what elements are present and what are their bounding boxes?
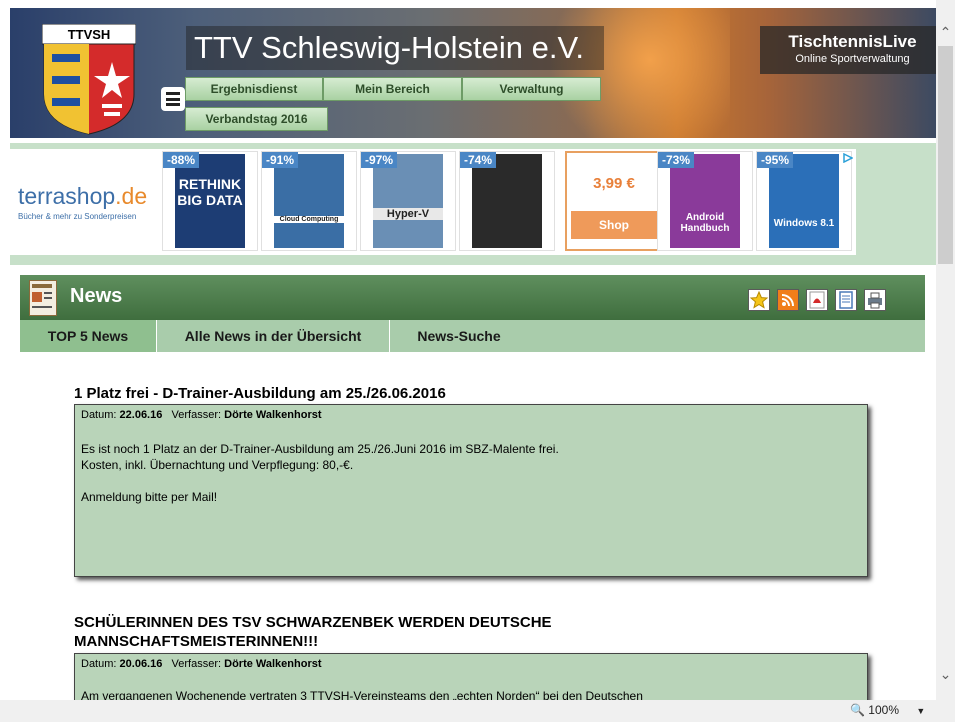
article-author: Dörte Walkenhorst xyxy=(224,658,322,670)
nav-verbandstag-2016[interactable]: Verbandstag 2016 xyxy=(185,107,328,131)
book-cover-text: Cloud Computing xyxy=(274,216,344,223)
brand-main: terrashop xyxy=(18,183,116,209)
status-bar: 🔍 100% ▼ xyxy=(0,700,955,722)
terrashop-logo[interactable]: terrashop.de Bücher & mehr zu Sonderprei… xyxy=(18,183,168,221)
document-icon[interactable] xyxy=(835,289,857,311)
article-body-line: Es ist noch 1 Platz an der D-Trainer-Aus… xyxy=(81,442,559,456)
ad-book-3[interactable]: Hyper-V -97% xyxy=(360,151,456,251)
article-date: 22.06.16 xyxy=(119,409,163,421)
ad-banner: terrashop.de Bücher & mehr zu Sonderprei… xyxy=(10,143,936,265)
book-cover-text: Android Handbuch xyxy=(680,212,730,234)
book-cover: RETHINK BIG DATA xyxy=(175,154,245,248)
article-content-box: Datum: 22.06.16 Verfasser: Dörte Walkenh… xyxy=(74,404,868,577)
article-title[interactable]: 1 Platz frei - D-Trainer-Ausbildung am 2… xyxy=(74,384,869,403)
pdf-export-icon[interactable] xyxy=(806,289,828,311)
brand-tagline: Bücher & mehr zu Sonderpreisen xyxy=(18,212,137,221)
scroll-down-arrow-icon[interactable]: ⌄ xyxy=(936,664,955,684)
vertical-scrollbar[interactable]: ⌃ ⌄ xyxy=(936,0,955,700)
shop-button[interactable]: Shop xyxy=(571,211,657,239)
ad-book-1[interactable]: RETHINK BIG DATA -88% xyxy=(162,151,258,251)
tab-top5-news[interactable]: TOP 5 News xyxy=(20,320,156,352)
article-meta: Datum: 22.06.16 Verfasser: Dörte Walkenh… xyxy=(81,409,322,421)
discount-badge: -74% xyxy=(460,152,497,168)
article-body-line: Kosten, inkl. Übernachtung und Verpflegu… xyxy=(81,458,354,472)
book-cover xyxy=(472,154,542,248)
article-meta: Datum: 20.06.16 Verfasser: Dörte Walkenh… xyxy=(81,658,322,670)
newspaper-icon xyxy=(29,280,57,316)
discount-badge: -88% xyxy=(163,152,200,168)
news-section-title: News xyxy=(70,285,123,307)
news-section-header: News xyxy=(20,275,925,320)
hamburger-menu-icon[interactable] xyxy=(161,87,185,111)
book-cover: Hyper-V xyxy=(373,154,443,248)
book-cover: Cloud Computing xyxy=(274,154,344,248)
article-author: Dörte Walkenhorst xyxy=(224,409,322,421)
discount-badge: -91% xyxy=(262,152,299,168)
tab-alle-news[interactable]: Alle News in der Übersicht xyxy=(157,320,389,352)
book-cover-text: RETHINK BIG DATA xyxy=(177,176,243,208)
date-label: Datum: xyxy=(81,409,117,421)
news-article-1: 1 Platz frei - D-Trainer-Ausbildung am 2… xyxy=(74,384,869,577)
discount-badge: -73% xyxy=(658,152,695,168)
print-icon[interactable] xyxy=(864,289,886,311)
article-date: 20.06.16 xyxy=(119,658,163,670)
author-label: Verfasser: xyxy=(171,658,222,670)
ad-book-2[interactable]: Cloud Computing -91% xyxy=(261,151,357,251)
news-article-2: SCHÜLERINNEN DES TSV SCHWARZENBEK WERDEN… xyxy=(74,613,869,700)
badge-title: TischtennisLive xyxy=(788,32,917,51)
nav-mein-bereich[interactable]: Mein Bereich xyxy=(323,77,462,101)
book-cover: Windows 8.1 xyxy=(769,154,839,248)
adchoices-icon[interactable] xyxy=(843,153,853,163)
terrashop-ad[interactable]: terrashop.de Bücher & mehr zu Sonderprei… xyxy=(10,149,856,255)
tab-news-suche[interactable]: News-Suche xyxy=(390,320,528,352)
zoom-icon: 🔍 xyxy=(850,703,865,717)
zoom-level: 100% xyxy=(868,703,899,717)
article-title-line-1[interactable]: SCHÜLERINNEN DES TSV SCHWARZENBEK WERDEN… xyxy=(74,613,869,632)
date-label: Datum: xyxy=(81,658,117,670)
scroll-up-arrow-icon[interactable]: ⌃ xyxy=(936,22,955,42)
zoom-control[interactable]: 🔍 100% ▼ xyxy=(850,703,925,717)
favorite-star-icon[interactable] xyxy=(748,289,770,311)
svg-text:TTVSH: TTVSH xyxy=(68,27,111,42)
book-cover: Android Handbuch xyxy=(670,154,740,248)
brand-suffix: .de xyxy=(115,183,148,209)
rss-feed-icon[interactable] xyxy=(777,289,799,311)
article-body-line: Anmeldung bitte per Mail! xyxy=(81,490,218,504)
page-viewport: TTVSH TTV Schleswig-Holstein e.V. Tischt… xyxy=(0,0,936,700)
ad-book-5[interactable]: Android Handbuch -73% xyxy=(657,151,753,251)
tischtennislive-badge[interactable]: TischtennisLive Online Sportverwaltung xyxy=(760,26,936,74)
badge-subtitle: Online Sportverwaltung xyxy=(795,53,910,65)
article-content-box: Datum: 20.06.16 Verfasser: Dörte Walkenh… xyxy=(74,653,868,700)
nav-ergebnisdienst[interactable]: Ergebnisdienst xyxy=(185,77,323,101)
discount-badge: -95% xyxy=(757,152,794,168)
book-cover-text: Hyper-V xyxy=(373,208,443,220)
discount-badge: -97% xyxy=(361,152,398,168)
shop-tile[interactable]: 3,99 € Shop xyxy=(565,151,663,251)
book-cover-text: Windows 8.1 xyxy=(773,218,835,229)
zoom-dropdown-icon[interactable]: ▼ xyxy=(916,706,925,716)
article-title-line-2[interactable]: MANNSCHAFTSMEISTERINNEN!!! xyxy=(74,632,869,651)
ttvsh-crest-logo[interactable]: TTVSH xyxy=(42,24,136,136)
nav-verwaltung[interactable]: Verwaltung xyxy=(462,77,601,101)
shop-price: 3,99 € xyxy=(593,175,635,192)
site-title: TTV Schleswig-Holstein e.V. xyxy=(186,26,604,70)
ad-book-6[interactable]: Windows 8.1 -95% xyxy=(756,151,852,251)
scrollbar-thumb[interactable] xyxy=(938,46,953,264)
news-tabs: TOP 5 News Alle News in der Übersicht Ne… xyxy=(20,320,925,352)
article-body-line: Am vergangenen Wochenende vertraten 3 TT… xyxy=(81,689,643,700)
site-header: TTVSH TTV Schleswig-Holstein e.V. Tischt… xyxy=(10,8,936,138)
author-label: Verfasser: xyxy=(171,409,222,421)
ad-book-4[interactable]: -74% xyxy=(459,151,555,251)
